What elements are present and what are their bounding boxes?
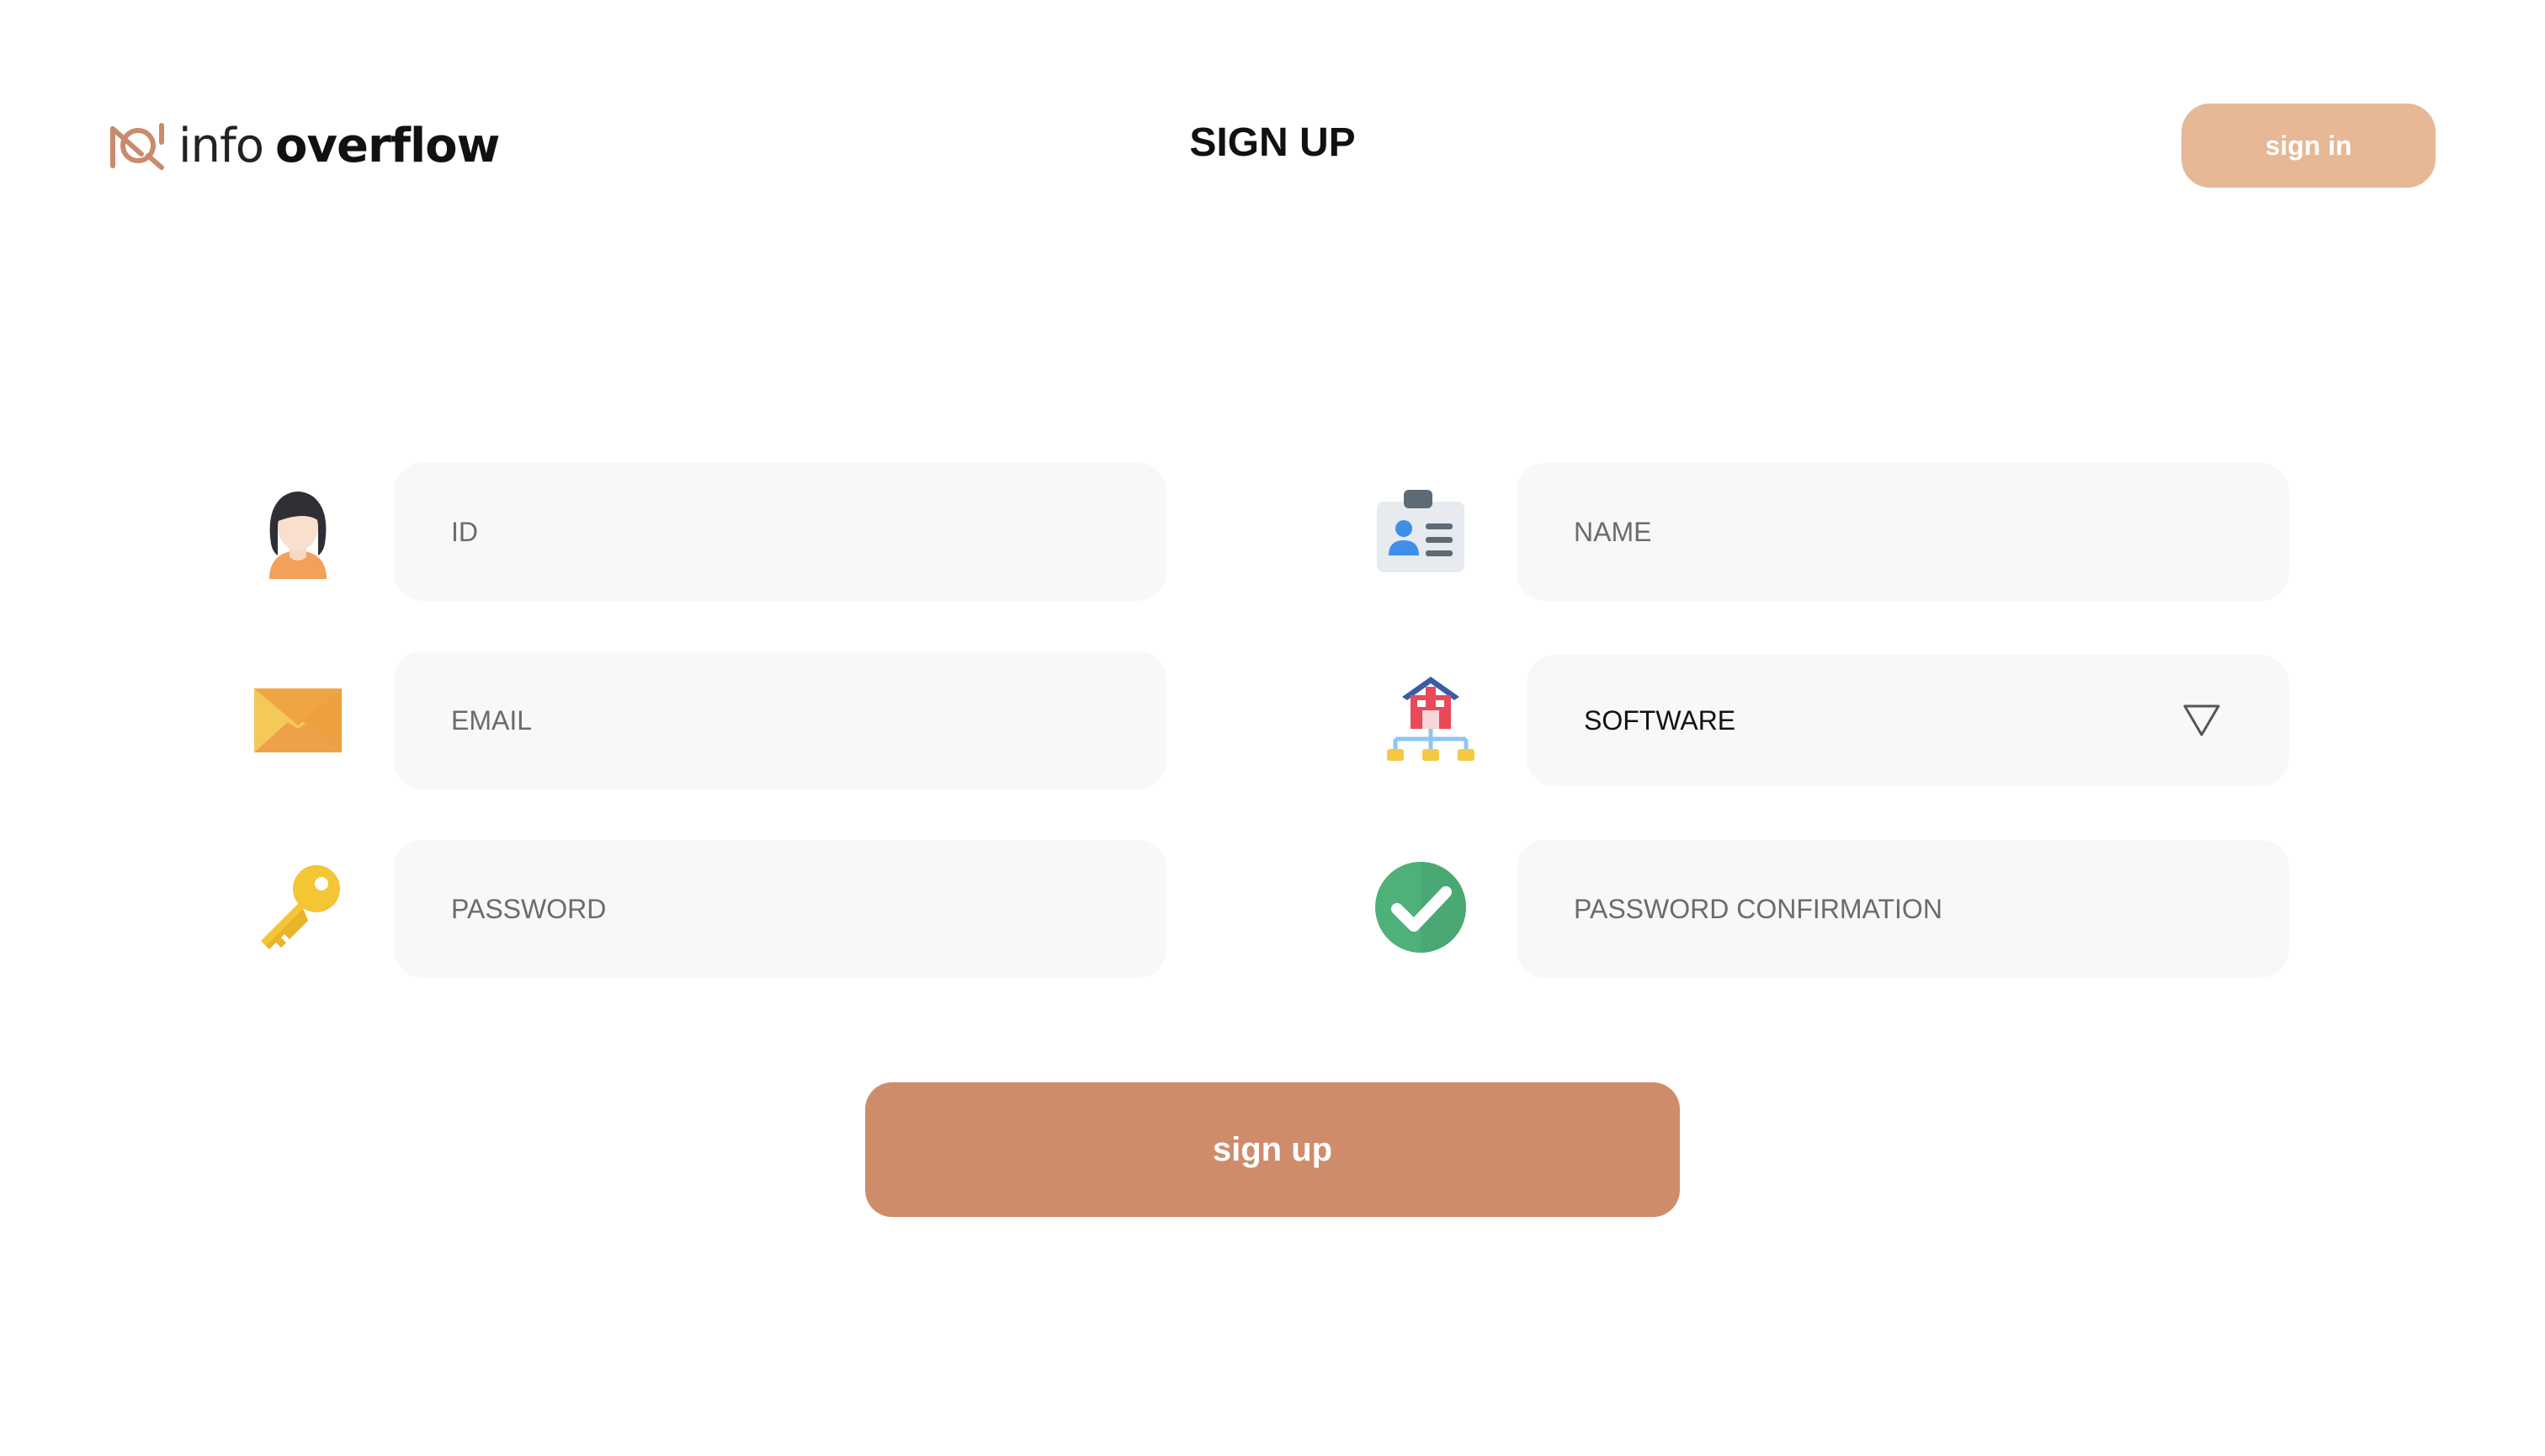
name-input[interactable]: NAME (1517, 463, 2289, 601)
triangle-down-icon[interactable] (2181, 703, 2222, 738)
department-select[interactable]: SOFTWARE (1527, 655, 2289, 786)
department-selected-value: SOFTWARE (1584, 704, 1736, 736)
page-title: SIGN UP (1189, 120, 1356, 165)
signin-button[interactable]: sign in (2181, 104, 2436, 188)
id-card-icon (1373, 485, 1468, 579)
key-icon (251, 860, 345, 954)
signup-page: info overflow SIGN UP sign in ID NAME EM… (0, 0, 2545, 1456)
email-input[interactable]: EMAIL (394, 651, 1166, 789)
envelope-icon (251, 673, 345, 768)
signup-button[interactable]: sign up (865, 1082, 1680, 1217)
id-input[interactable]: ID (394, 463, 1166, 601)
password-input[interactable]: PASSWORD (394, 840, 1166, 978)
password-confirmation-input[interactable]: PASSWORD CONFIRMATION (1517, 840, 2289, 978)
user-avatar-icon (251, 485, 345, 579)
check-circle-icon (1373, 860, 1468, 954)
organization-icon (1384, 672, 1478, 766)
